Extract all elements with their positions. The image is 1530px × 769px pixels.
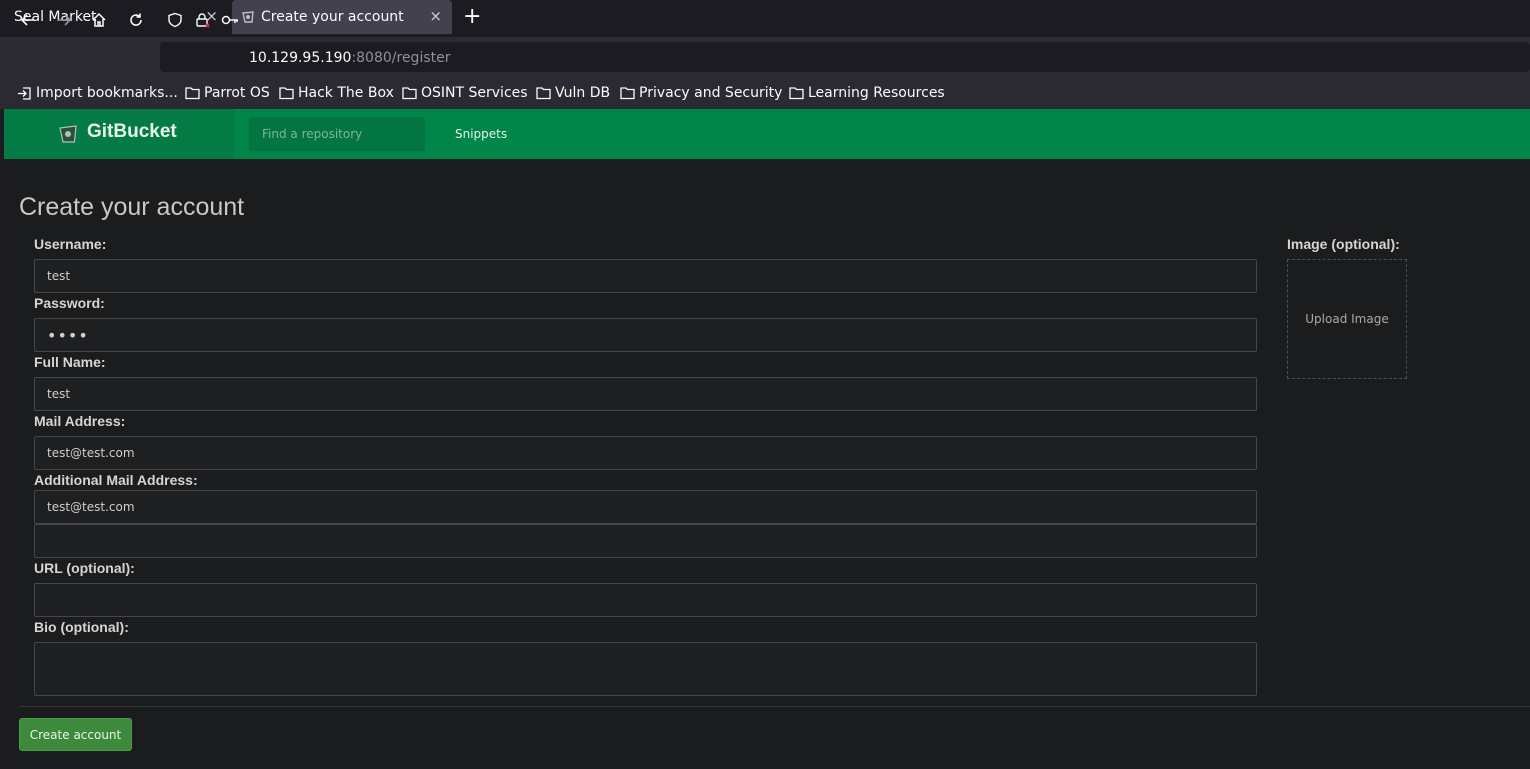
folder-icon	[185, 87, 200, 100]
url-path: :8080/register	[351, 50, 451, 66]
bookmark-label: Parrot OS	[204, 85, 270, 101]
additional-mail-input-empty[interactable]	[34, 524, 1257, 558]
bookmark-hack-the-box[interactable]: Hack The Box	[279, 84, 394, 102]
tab-title: Create your account	[261, 9, 404, 25]
upload-image-label: Upload Image	[1305, 312, 1389, 326]
folder-icon	[536, 87, 551, 100]
folder-icon	[279, 87, 294, 100]
additional-mail-label: Additional Mail Address:	[34, 472, 198, 488]
bookmark-osint-services[interactable]: OSINT Services	[402, 84, 528, 102]
gitbucket-logo-icon	[59, 125, 77, 143]
bookmark-parrot-os[interactable]: Parrot OS	[185, 84, 270, 102]
bio-label: Bio (optional):	[34, 619, 129, 635]
insecure-lock-icon[interactable]	[191, 9, 213, 31]
bookmark-label: Privacy and Security	[639, 85, 783, 101]
username-input[interactable]	[34, 259, 1257, 293]
bookmark-label: Vuln DB	[555, 85, 611, 101]
additional-mail-input[interactable]	[34, 490, 1257, 524]
url-label: URL (optional):	[34, 560, 135, 576]
repository-search-input[interactable]	[249, 117, 425, 151]
folder-icon	[620, 87, 635, 100]
image-label: Image (optional):	[1287, 236, 1400, 252]
username-label: Username:	[34, 236, 107, 252]
mail-address-label: Mail Address:	[34, 413, 126, 429]
bookmark-privacy-and-security[interactable]: Privacy and Security	[620, 84, 782, 102]
bookmark-label: Learning Resources	[808, 85, 945, 101]
folder-icon	[402, 87, 417, 100]
bookmark-label: OSINT Services	[421, 85, 528, 101]
home-icon[interactable]	[88, 9, 110, 31]
bookmark-learning-resources[interactable]: Learning Resources	[789, 84, 945, 102]
bookmark-label: Hack The Box	[298, 85, 394, 101]
back-icon[interactable]	[17, 9, 39, 31]
bookmark-vuln-db[interactable]: Vuln DB	[536, 84, 610, 102]
full-name-label: Full Name:	[34, 354, 106, 370]
close-tab-icon[interactable]: ×	[429, 7, 442, 25]
create-account-button[interactable]: Create account	[19, 718, 132, 751]
forward-icon[interactable]	[53, 9, 75, 31]
url-text[interactable]: 10.129.95.190:8080/register	[249, 50, 451, 66]
page-title: Create your account	[19, 193, 245, 221]
new-tab-button[interactable]: +	[463, 4, 481, 30]
upload-image-dropzone[interactable]: Upload Image	[1287, 259, 1407, 379]
url-host: 10.129.95.190	[249, 50, 352, 66]
password-label: Password:	[34, 295, 105, 311]
folder-icon	[789, 87, 804, 100]
reload-icon[interactable]	[125, 9, 147, 31]
tracking-shield-icon[interactable]	[164, 9, 186, 31]
mail-address-input[interactable]	[34, 436, 1257, 470]
tab-create-account[interactable]: Create your account ×	[232, 0, 452, 34]
import-icon	[18, 86, 31, 100]
gitbucket-favicon-icon	[242, 11, 254, 23]
key-icon[interactable]	[219, 9, 241, 31]
gitbucket-brand-name[interactable]: GitBucket	[87, 121, 177, 143]
bookmark-import[interactable]: Import bookmarks...	[17, 84, 178, 102]
password-input[interactable]	[34, 318, 1257, 352]
full-name-input[interactable]	[34, 377, 1257, 411]
url-input[interactable]	[34, 583, 1257, 617]
bio-textarea[interactable]	[34, 642, 1257, 696]
snippets-link[interactable]: Snippets	[455, 127, 507, 141]
form-divider	[19, 706, 1530, 707]
bookmark-label: Import bookmarks...	[36, 85, 178, 101]
